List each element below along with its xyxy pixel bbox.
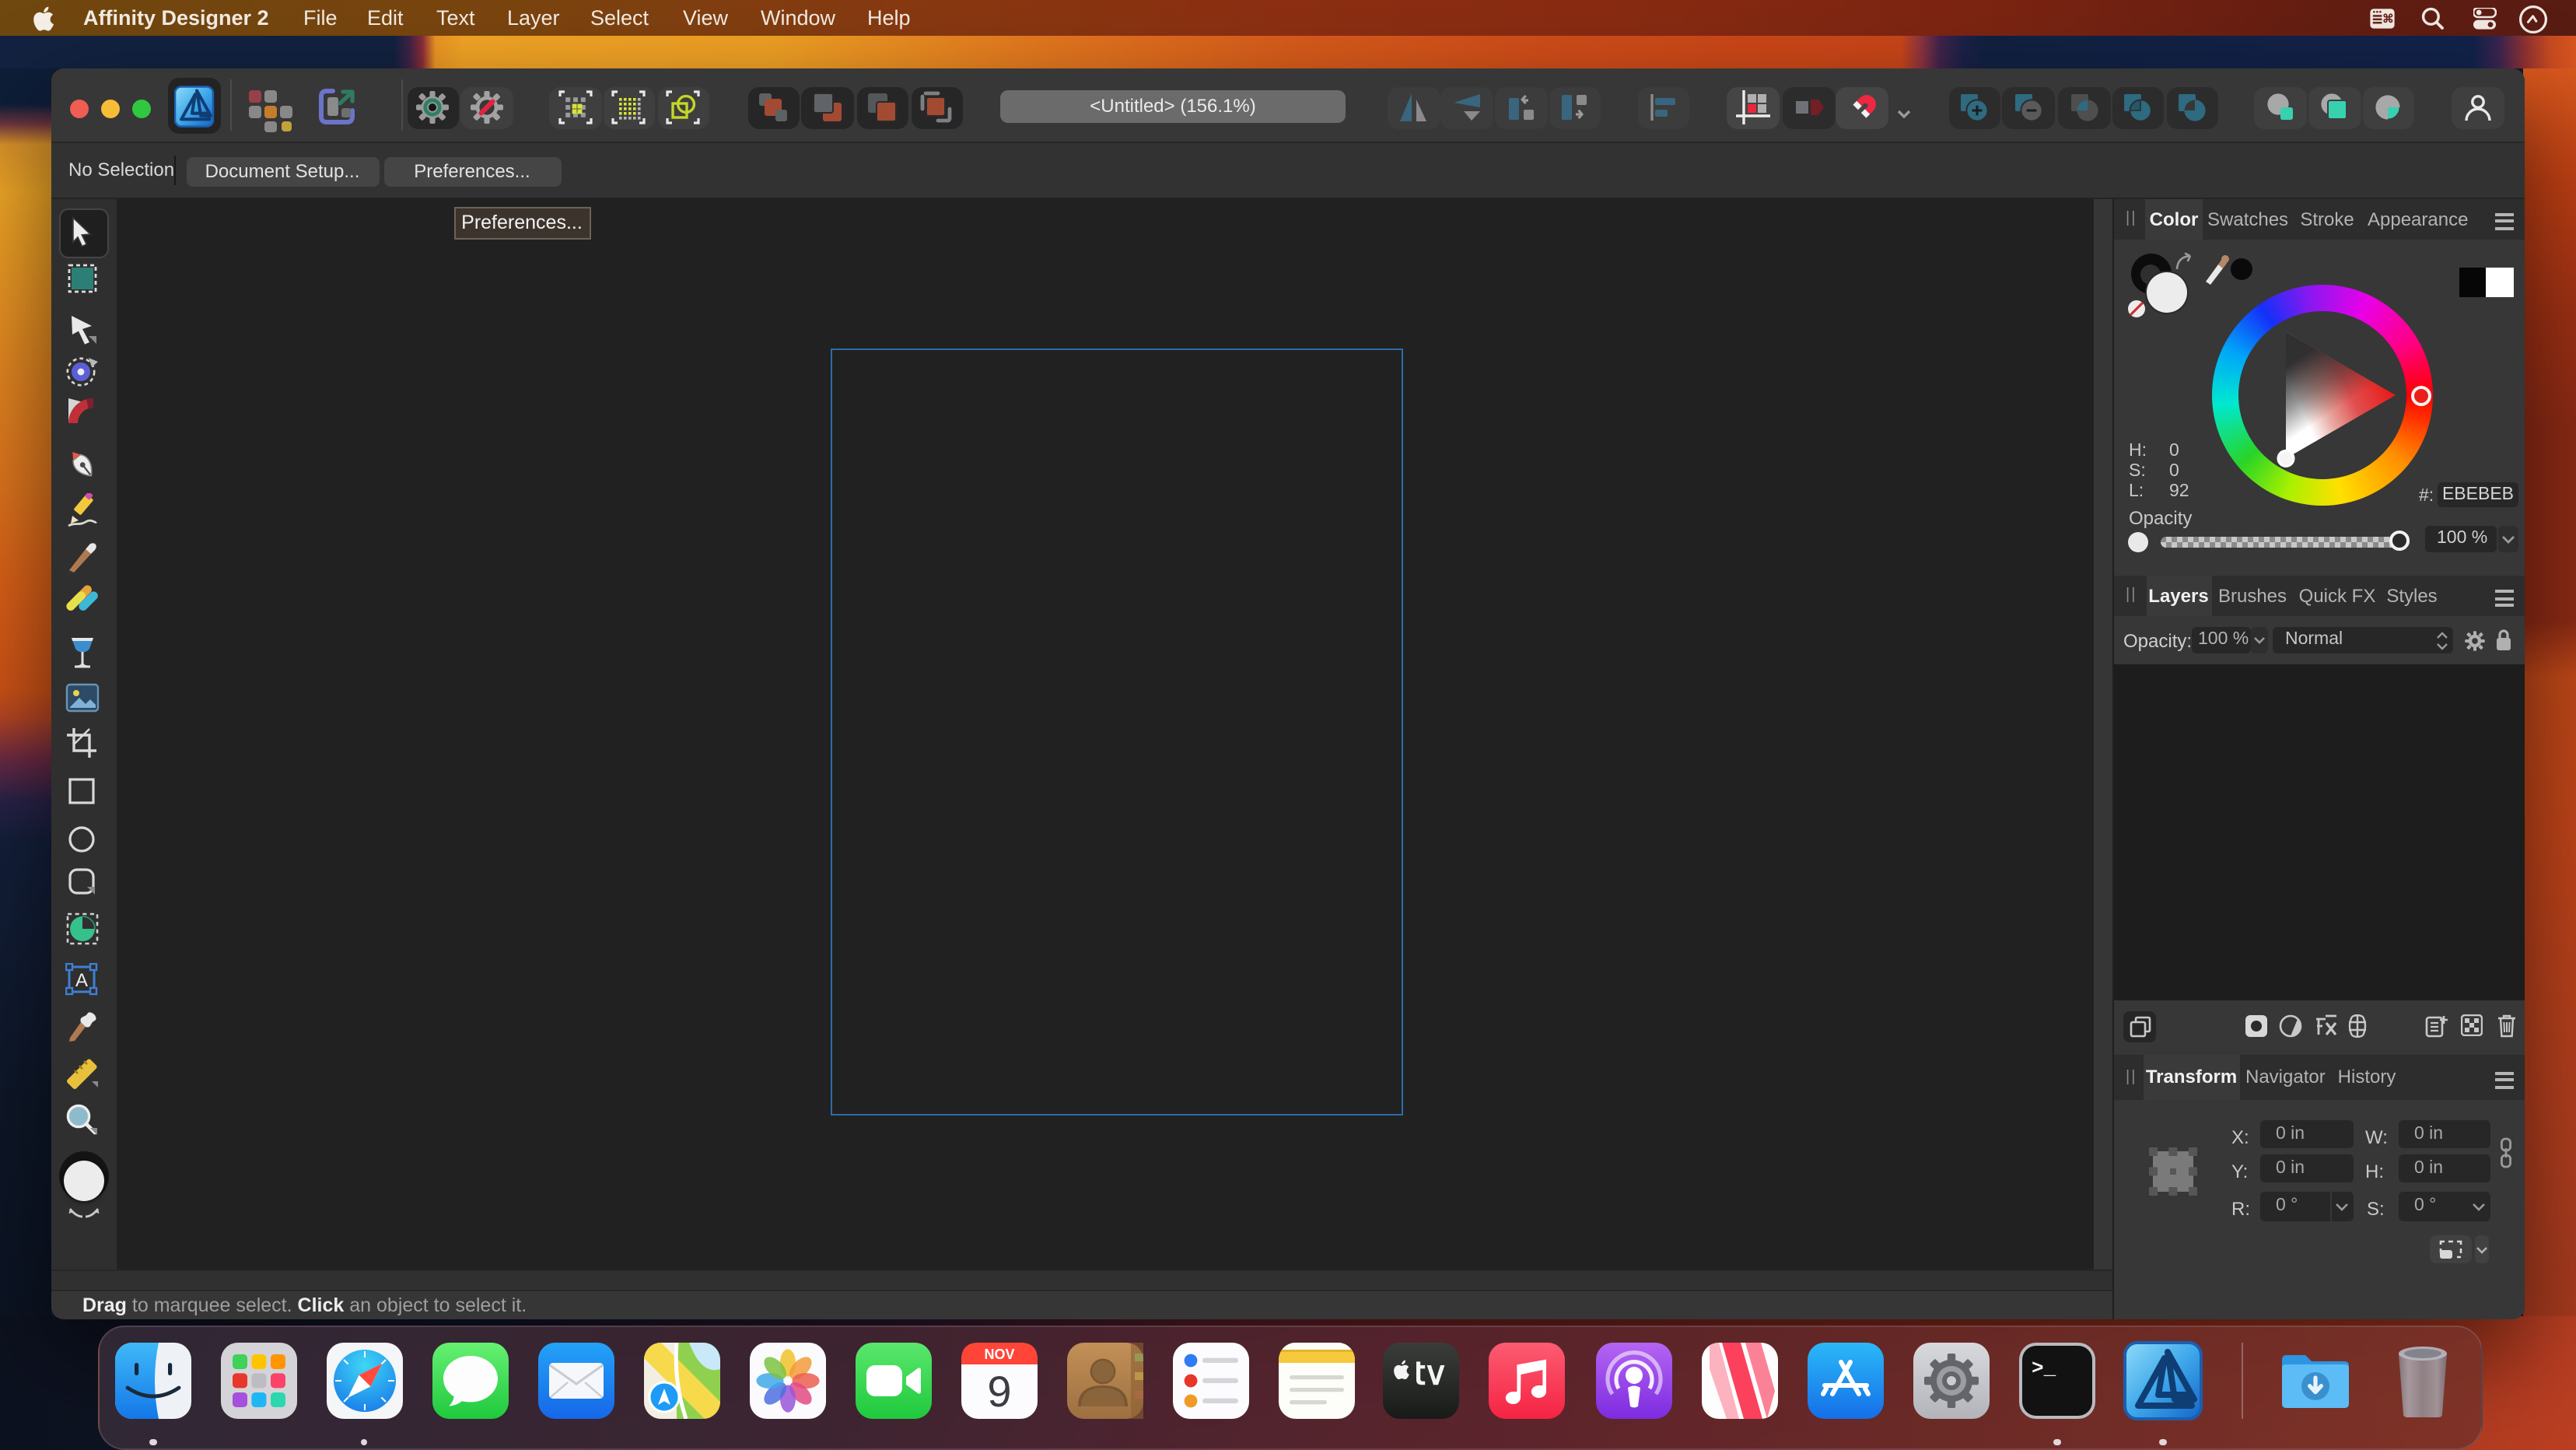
- svg-text:9: 9: [986, 1366, 1010, 1415]
- svg-text:⌘: ⌘: [2382, 12, 2394, 26]
- svg-text:A: A: [75, 969, 88, 990]
- svg-text:>_: >_: [2032, 1356, 2056, 1379]
- svg-text:NOV: NOV: [983, 1346, 1013, 1361]
